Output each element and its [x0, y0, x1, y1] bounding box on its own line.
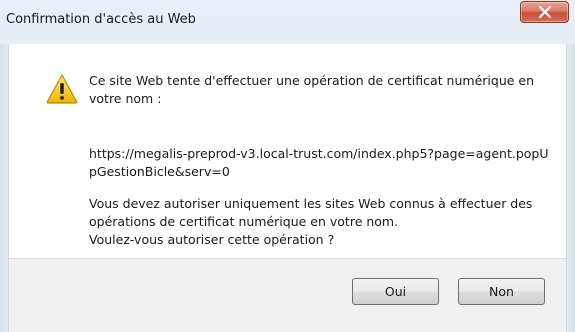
- advice-text: Vous devez autoriser uniquement les site…: [89, 196, 533, 229]
- window-title: Confirmation d'accès au Web: [6, 12, 196, 27]
- button-bar: Oui Non: [9, 258, 566, 332]
- dialog-content: Ce site Web tente d'effectuer une opérat…: [8, 44, 567, 332]
- message-advice: Vous devez autoriser uniquement les site…: [89, 195, 549, 249]
- close-button[interactable]: [520, 1, 569, 23]
- warning-icon: [46, 74, 78, 104]
- question-text: Voulez-vous autoriser cette opération ?: [89, 232, 335, 247]
- no-button[interactable]: Non: [458, 278, 545, 305]
- message-intro: Ce site Web tente d'effectuer une opérat…: [89, 73, 535, 106]
- yes-button[interactable]: Oui: [352, 278, 439, 305]
- dialog-window: Confirmation d'accès au Web Ce site Web …: [0, 0, 575, 332]
- site-url: https://megalis-preprod-v3.local-trust.c…: [89, 146, 549, 179]
- window-border-left: [0, 44, 8, 332]
- title-bar[interactable]: Confirmation d'accès au Web: [0, 0, 575, 44]
- close-x-icon: [538, 6, 552, 19]
- screen: Confirmation d'accès au Web Ce site Web …: [0, 0, 575, 332]
- window-border-right: [567, 44, 575, 332]
